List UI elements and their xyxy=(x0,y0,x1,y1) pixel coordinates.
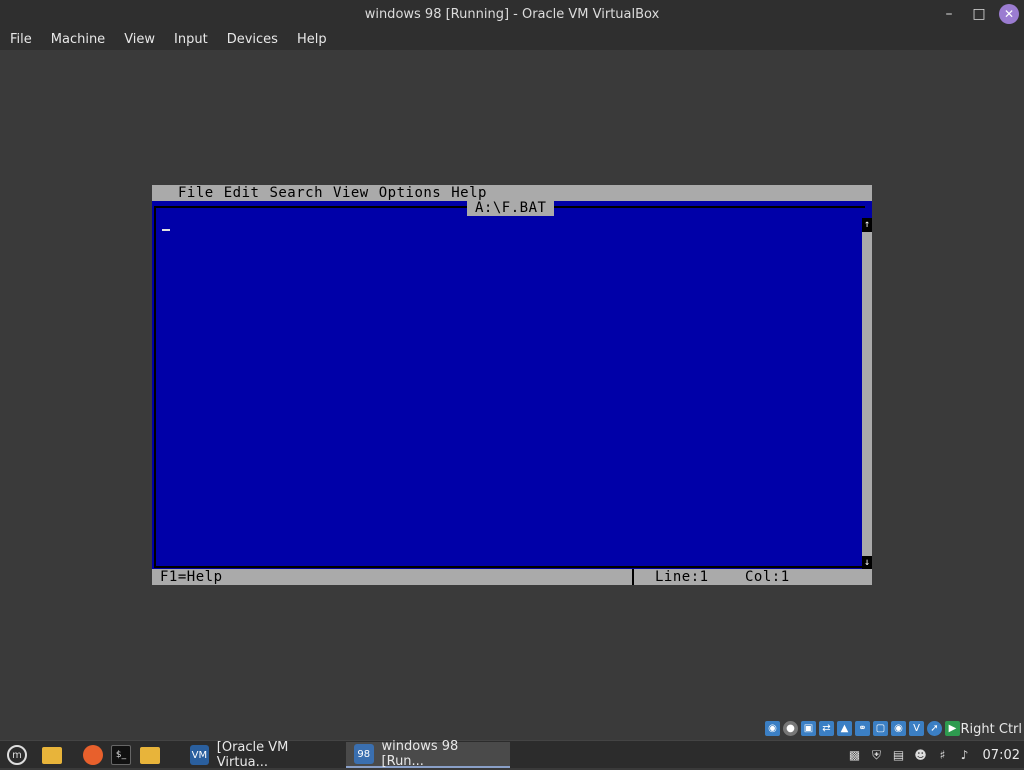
close-icon: ✕ xyxy=(999,4,1019,24)
close-button[interactable]: ✕ xyxy=(994,0,1024,28)
user-icon[interactable]: ☻ xyxy=(913,747,929,763)
window-title-bar: windows 98 [Running] - Oracle VM Virtual… xyxy=(0,0,1024,28)
menu-input[interactable]: Input xyxy=(164,32,217,47)
dos-status-bar: F1=Help Line:1 Col:1 xyxy=(152,569,872,585)
host-key-label: Right Ctrl xyxy=(960,722,1023,737)
dos-menu-file[interactable]: File xyxy=(173,185,219,201)
menu-machine[interactable]: Machine xyxy=(41,32,114,47)
task-oracle-vm-manager[interactable]: VM [Oracle VM Virtua... xyxy=(182,740,344,770)
dos-menu-search[interactable]: Search xyxy=(264,185,328,201)
menu-view[interactable]: View xyxy=(114,32,164,47)
editor-text-area[interactable] xyxy=(154,206,865,568)
keyboard-icon[interactable]: ▶ xyxy=(945,721,960,736)
menu-help[interactable]: Help xyxy=(287,32,336,47)
terminal-icon[interactable]: $_ xyxy=(110,744,132,766)
optical-drive-icon[interactable]: ◉ xyxy=(765,721,780,736)
dos-editor: File Edit Search View Options Help A:\F.… xyxy=(152,185,872,585)
status-help: F1=Help xyxy=(160,569,223,585)
window-title: windows 98 [Running] - Oracle VM Virtual… xyxy=(364,6,660,22)
virtualbox-icon: VM xyxy=(190,745,209,765)
dos-menu-view[interactable]: View xyxy=(328,185,374,201)
floppy-icon[interactable]: ▣ xyxy=(801,721,816,736)
usb-icon[interactable]: ⚭ xyxy=(855,721,870,736)
disk-icon[interactable]: ● xyxy=(783,721,798,736)
menu-icon[interactable]: m xyxy=(6,744,28,766)
task-windows-98[interactable]: 98 windows 98 [Run... xyxy=(346,739,510,769)
maximize-button[interactable]: □ xyxy=(964,0,994,28)
notes-icon[interactable]: ▤ xyxy=(891,747,907,763)
files-icon[interactable] xyxy=(41,744,63,766)
network-icon[interactable]: ♯ xyxy=(935,747,951,763)
file-title: A:\F.BAT xyxy=(467,200,555,216)
menu-devices[interactable]: Devices xyxy=(217,32,287,47)
vertical-scrollbar[interactable]: ↑ ↓ xyxy=(862,218,872,570)
vbox-status-icons: ◉ ● ▣ ⇄ ▲ ⚭ ▢ ◉ V ➚ ▶ xyxy=(765,721,960,736)
dos-menu-options[interactable]: Options xyxy=(374,185,447,201)
minimize-button[interactable]: – xyxy=(934,0,964,28)
dos-menu-bar: File Edit Search View Options Help xyxy=(152,185,872,201)
host-menu-bar: File Machine View Input Devices Help xyxy=(0,28,1024,50)
status-col: Col:1 xyxy=(745,569,790,585)
taskbar: m $_ VM [Oracle VM Virtua... 98 windows … xyxy=(0,739,1024,770)
minimize-icon: – xyxy=(945,6,953,22)
folder-icon[interactable] xyxy=(139,744,161,766)
status-separator xyxy=(632,569,634,585)
system-tray: ▩ ⛨ ▤ ☻ ♯ ♪ 07:02 xyxy=(847,741,1024,769)
firefox-icon[interactable] xyxy=(82,744,104,766)
shield-icon[interactable]: ⛨ xyxy=(869,747,885,763)
display-icon[interactable]: ▢ xyxy=(873,721,888,736)
status-line: Line:1 xyxy=(655,569,709,585)
volume-icon[interactable]: ♪ xyxy=(957,747,973,763)
dos-menu-help[interactable]: Help xyxy=(446,185,492,201)
vbox-status-bar: ◉ ● ▣ ⇄ ▲ ⚭ ▢ ◉ V ➚ ▶ Right Ctrl xyxy=(0,720,1024,740)
network-icon[interactable]: ⇄ xyxy=(819,721,834,736)
windows98-vm-icon: 98 xyxy=(354,744,374,764)
vt-x-icon[interactable]: V xyxy=(909,721,924,736)
clipboard-icon[interactable]: ▩ xyxy=(847,747,863,763)
scroll-down-icon[interactable]: ↓ xyxy=(862,556,872,570)
recording-icon[interactable]: ◉ xyxy=(891,721,906,736)
clock[interactable]: 07:02 xyxy=(983,748,1020,763)
text-cursor xyxy=(162,229,170,231)
shared-folder-icon[interactable]: ▲ xyxy=(837,721,852,736)
mouse-integration-icon[interactable]: ➚ xyxy=(927,721,942,736)
maximize-icon: □ xyxy=(972,6,986,22)
window-controls: – □ ✕ xyxy=(934,0,1024,28)
scroll-up-icon[interactable]: ↑ xyxy=(862,218,872,232)
task-label: windows 98 [Run... xyxy=(381,739,459,769)
dos-menu-edit[interactable]: Edit xyxy=(219,185,265,201)
menu-file[interactable]: File xyxy=(0,32,41,47)
task-label: [Oracle VM Virtua... xyxy=(216,740,289,770)
